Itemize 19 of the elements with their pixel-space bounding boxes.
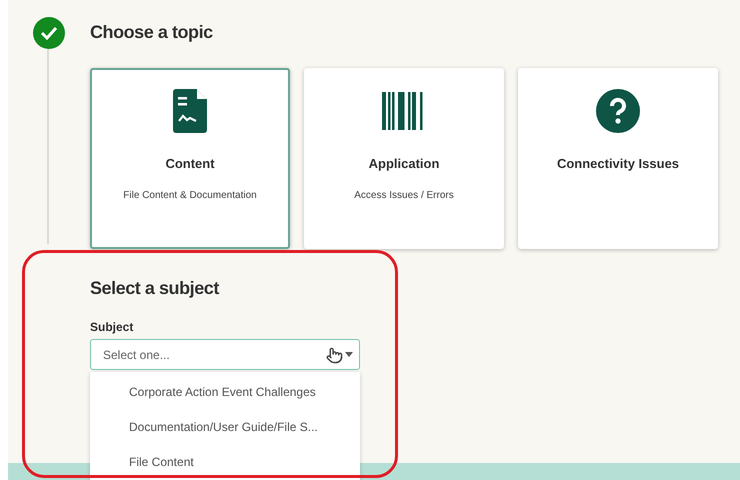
topic-card[interactable]: Connectivity Issues xyxy=(518,68,718,249)
topic-subtitle: Access Issues / Errors xyxy=(354,188,454,202)
topic-title: Content xyxy=(165,155,215,173)
help-icon xyxy=(596,89,640,133)
dropdown-option[interactable]: Corporate Action Event Challenges xyxy=(90,383,360,418)
caret-icon xyxy=(345,352,353,357)
section-title: Select a subject xyxy=(90,277,220,300)
subject-select[interactable]: Select one... xyxy=(90,339,360,370)
dropdown-option[interactable]: Documentation/User Guide/File S... xyxy=(90,418,360,453)
step-title: Choose a topic xyxy=(90,21,214,44)
document-icon xyxy=(173,89,207,133)
topic-title: Connectivity Issues xyxy=(556,155,680,173)
topic-card[interactable]: Application Access Issues / Errors xyxy=(304,68,504,249)
pointer-cursor-icon xyxy=(326,347,343,364)
field-label: Subject xyxy=(90,319,134,336)
dropdown-option[interactable]: File Content xyxy=(90,453,360,480)
topic-title: Application xyxy=(368,155,440,173)
topic-subtitle: File Content & Documentation xyxy=(123,188,257,202)
topic-card[interactable]: Content File Content & Documentation xyxy=(90,68,290,249)
